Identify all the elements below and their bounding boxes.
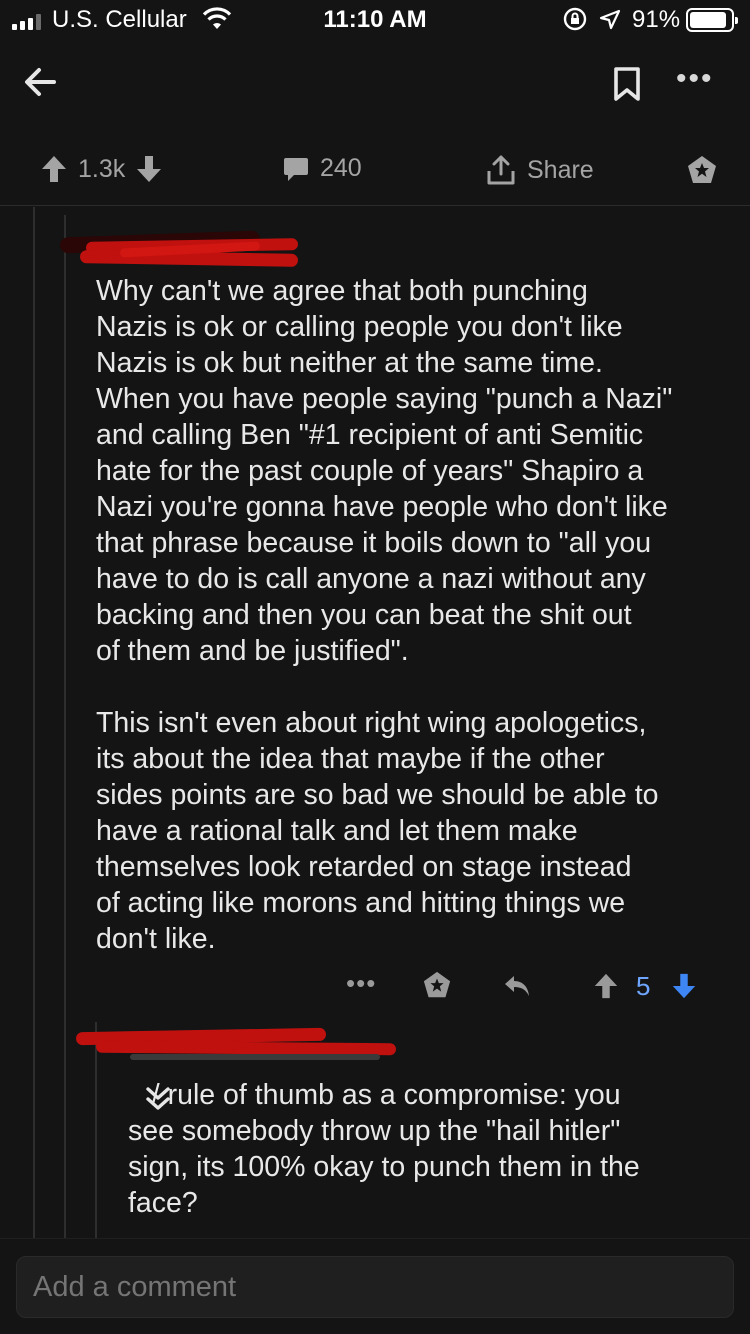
thread-line [95, 1022, 97, 1238]
award-button[interactable] [686, 154, 718, 186]
thread-line [64, 215, 66, 1238]
comment-award-icon[interactable] [422, 970, 452, 1000]
rotation-lock-icon [563, 7, 587, 31]
comment-action-row: ••• 5 [340, 968, 720, 1008]
comment-score: 5 [636, 971, 651, 1001]
battery-percent: 91% [632, 6, 681, 33]
comments-button[interactable]: 240 [282, 154, 362, 183]
back-arrow-icon[interactable] [20, 62, 60, 102]
share-label: Share [527, 155, 594, 184]
location-icon [599, 9, 621, 30]
top-nav: ••• [0, 50, 750, 120]
comment-more-icon[interactable]: ••• [346, 968, 376, 999]
more-options-icon[interactable]: ••• [676, 64, 714, 94]
comment-composer [0, 1238, 750, 1334]
reply-body: / rule of thumb as a compromise: you see… [128, 1079, 640, 1219]
vote-group: 1.3k [40, 154, 163, 184]
post-action-bar: 1.3k 240 Share [0, 140, 750, 206]
upvote-count: 1.3k [78, 154, 126, 183]
bookmark-icon[interactable] [612, 66, 642, 102]
add-comment-input[interactable] [16, 1256, 734, 1318]
battery-icon [686, 8, 738, 32]
share-button[interactable]: Share [485, 154, 594, 186]
upvote-icon[interactable] [40, 154, 68, 184]
comment-count: 240 [320, 154, 362, 182]
award-icon [688, 156, 716, 183]
downvote-icon[interactable] [135, 154, 163, 184]
collapse-chevron-icon[interactable] [143, 1084, 173, 1114]
comment-body: Why can't we agree that both punching Na… [96, 275, 673, 955]
thread-line [33, 207, 35, 1238]
status-bar: U.S. Cellular 11:10 AM 91% [0, 0, 750, 40]
share-icon [487, 155, 515, 185]
reply-icon[interactable] [502, 972, 532, 1000]
comment-downvote-icon[interactable] [670, 972, 698, 1000]
comment-bubble-icon [284, 157, 308, 181]
comment-upvote-icon[interactable] [592, 972, 620, 1000]
